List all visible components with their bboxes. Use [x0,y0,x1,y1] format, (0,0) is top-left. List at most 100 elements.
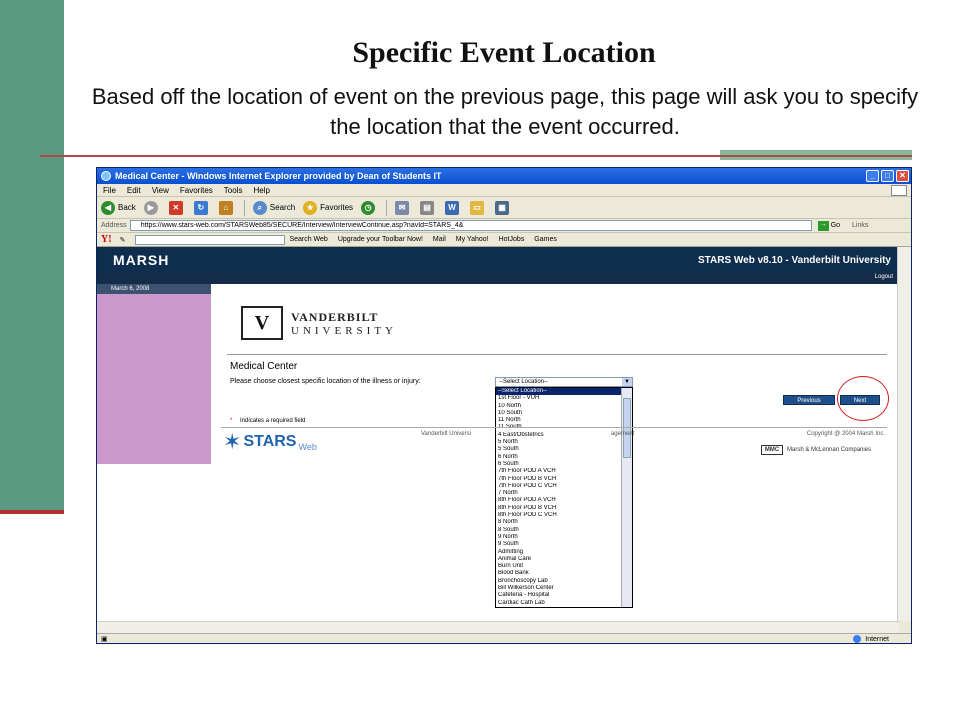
address-input[interactable] [129,220,812,231]
yahoo-mail[interactable]: Mail [433,236,446,243]
location-dropdown-list: --Select Location-- 1st Floor - VUH 10 Nor… [495,387,633,608]
slide-divider [40,155,912,157]
previous-button[interactable]: Previous [783,395,835,405]
location-option[interactable]: Blood Bank [496,570,622,577]
menu-edit[interactable]: Edit [127,186,141,195]
location-option[interactable]: 1st Floor - VUH [496,395,622,402]
browser-window: Medical Center - Windows Internet Explor… [96,167,912,644]
yahoo-my-yahoo[interactable]: My Yahoo! [456,236,489,243]
search-label: Search [269,203,296,212]
yahoo-hotjobs[interactable]: HotJobs [499,236,525,243]
page-vertical-scrollbar[interactable] [897,247,911,621]
print-icon: ▤ [420,200,435,215]
menu-help[interactable]: Help [253,186,269,195]
vanderbilt-logo: V VANDERBILT UNIVERSITY [241,304,421,342]
dropdown-scroll-thumb[interactable] [623,398,631,458]
dropdown-scrollbar[interactable] [621,388,632,607]
location-option[interactable]: 8th Floor POD C VCH [496,512,622,519]
location-option[interactable]: --Select Location-- [496,388,622,396]
slide-title: Specific Event Location [352,36,656,69]
location-select[interactable]: --Select Location-- ▼ [495,377,633,387]
links-button[interactable]: Links [852,222,868,229]
vanderbilt-name: VANDERBILT [291,309,379,324]
close-icon[interactable]: ✕ [896,170,909,182]
footer-divider [221,427,887,428]
location-option[interactable]: 9 South [496,541,622,548]
location-option[interactable]: 8 North [496,519,622,526]
menu-file[interactable]: File [103,186,116,195]
yahoo-toolbar: Y! ✎ Search Web Upgrade your Toolbar Now… [97,233,911,247]
go-button[interactable]: → Go [817,220,840,231]
research-button[interactable]: ▦ [495,200,512,215]
required-star: * [230,418,233,424]
page-status-icon: ▣ [101,636,108,643]
page-horizontal-scrollbar[interactable] [97,621,899,633]
location-option[interactable]: 11 North [496,417,622,424]
history-button[interactable]: ◷ [361,200,378,215]
mail-button[interactable]: ✉ [395,200,412,215]
location-option[interactable]: 9 North [496,534,622,541]
edit-button[interactable]: W [445,200,462,215]
yahoo-upgrade[interactable]: Upgrade your Toolbar Now! [338,236,423,243]
yahoo-search-web[interactable]: Search Web [289,236,327,243]
menu-view[interactable]: View [152,186,169,195]
location-option[interactable]: 10 North [496,403,622,410]
location-option[interactable]: Bill Wilkerson Center [496,585,622,592]
footer-text: Vanderbilt Universi agement [421,431,634,437]
date-label: March 6, 2008 [97,284,211,294]
location-option[interactable]: 6 North [496,454,622,461]
pencil-icon[interactable]: ✎ [120,236,126,244]
location-option[interactable]: Admitting [496,549,622,556]
zone-label: Internet [865,635,889,643]
chevron-down-icon[interactable]: ▼ [622,378,632,386]
location-option[interactable]: 7th Floor POD A VCH [496,468,622,475]
location-option[interactable]: 5 South [496,446,622,453]
form-title: Medical Center [230,361,298,372]
history-icon: ◷ [361,200,376,215]
location-option[interactable]: Animal Care [496,556,622,563]
folder-icon: ▭ [470,200,485,215]
left-panel [97,294,211,464]
browser-toolbar: ◀ Back ▶ ✕ ↻ ⌂ ⌕ Search ★ Favorites ◷ ✉ [97,197,911,219]
marsh-logo: MARSH [113,252,170,268]
address-bar: Address → Go Links [97,219,911,233]
location-option[interactable]: 6 South [496,461,622,468]
status-bar: ▣ Internet [97,633,911,643]
mmc-logo: MMC Marsh & McLennan Companies [761,445,871,455]
page-viewport: MARSH STARS Web v8.10 - Vanderbilt Unive… [97,247,897,634]
location-option[interactable]: 8th Floor POD B VCH [496,505,622,512]
minimize-icon[interactable]: _ [866,170,879,182]
location-option[interactable]: 7th Floor POD B VCH [496,476,622,483]
yahoo-search-input[interactable] [135,234,286,245]
app-subheader [97,273,897,284]
footer-text-right: agement [610,431,635,437]
location-option[interactable]: 8th Floor POD A VCH [496,497,622,504]
footer-text-left: Vanderbilt Universi [421,431,471,437]
location-option[interactable]: 7 North [496,490,622,497]
location-option[interactable]: Burn Unit [496,563,622,570]
yahoo-games[interactable]: Games [534,236,557,243]
form-divider [227,354,887,355]
back-button[interactable]: ◀ Back [101,200,136,215]
location-option[interactable]: 8 South [496,527,622,534]
forward-button[interactable]: ▶ [143,200,161,215]
location-option[interactable]: Cafeteria - Hospital [496,592,622,599]
logout-link[interactable]: Logout [875,274,893,280]
refresh-button[interactable]: ↻ [193,200,211,215]
location-option[interactable]: 7th Floor POD C VCH [496,483,622,490]
word-icon: W [445,200,460,215]
folder-button[interactable]: ▭ [470,200,487,215]
location-option[interactable]: 5 North [496,439,622,446]
menu-tools[interactable]: Tools [224,186,243,195]
location-option[interactable]: Cardiac Cath Lab [496,600,622,607]
favorites-button[interactable]: ★ Favorites [303,200,353,215]
location-option[interactable]: Bronchoscopy Lab [496,578,622,585]
home-button[interactable]: ⌂ [218,200,236,215]
menu-favorites[interactable]: Favorites [180,186,213,195]
print-button[interactable]: ▤ [420,200,437,215]
location-option[interactable]: 10 South [496,410,622,417]
search-button[interactable]: ⌕ Search [252,200,296,215]
maximize-icon[interactable]: □ [881,170,894,182]
stop-button[interactable]: ✕ [168,200,186,215]
yahoo-logo[interactable]: Y! [101,234,112,245]
